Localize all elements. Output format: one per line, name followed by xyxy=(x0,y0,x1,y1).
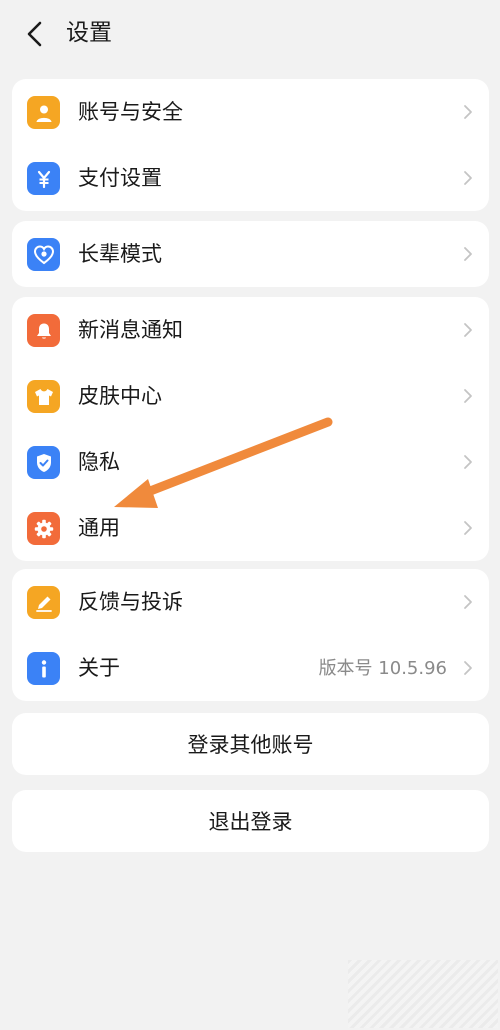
version-number: 版本号 10.5.96 xyxy=(318,658,447,679)
settings-item-label: 隐私 xyxy=(78,450,120,474)
logout-label: 退出登录 xyxy=(208,810,293,834)
gear-icon xyxy=(27,512,60,545)
settings-item-label: 关于 xyxy=(78,656,120,680)
heart-icon xyxy=(27,238,60,271)
settings-item-label: 支付设置 xyxy=(78,166,162,190)
chevron-right-icon xyxy=(464,661,472,675)
page-title: 设置 xyxy=(66,20,112,46)
settings-item-label: 皮肤中心 xyxy=(78,384,162,408)
settings-item-label: 长辈模式 xyxy=(78,242,162,266)
info-icon xyxy=(27,652,60,685)
switch-account-button[interactable]: 登录其他账号 xyxy=(12,713,489,775)
shirt-icon xyxy=(27,380,60,413)
settings-item-payment[interactable]: 支付设置 xyxy=(12,145,489,211)
settings-item-label: 通用 xyxy=(78,516,120,540)
settings-group-about: 反馈与投诉 关于 版本号 10.5.96 xyxy=(12,569,489,701)
settings-item-privacy[interactable]: 隐私 xyxy=(12,429,489,495)
settings-group-account: 账号与安全 支付设置 xyxy=(12,79,489,211)
settings-item-label: 反馈与投诉 xyxy=(78,590,183,614)
shield-icon xyxy=(27,446,60,479)
settings-item-general[interactable]: 通用 xyxy=(12,495,489,561)
settings-item-about[interactable]: 关于 版本号 10.5.96 xyxy=(12,635,489,701)
chevron-right-icon xyxy=(464,389,472,403)
chevron-right-icon xyxy=(464,247,472,261)
chevron-right-icon xyxy=(464,171,472,185)
back-button[interactable] xyxy=(14,14,54,54)
bell-icon xyxy=(27,314,60,347)
settings-item-account-security[interactable]: 账号与安全 xyxy=(12,79,489,145)
pencil-icon xyxy=(27,586,60,619)
chevron-right-icon xyxy=(464,455,472,469)
logout-button[interactable]: 退出登录 xyxy=(12,790,489,852)
user-icon xyxy=(27,96,60,129)
chevron-right-icon xyxy=(464,595,472,609)
switch-account-label: 登录其他账号 xyxy=(187,733,314,757)
settings-item-feedback[interactable]: 反馈与投诉 xyxy=(12,569,489,635)
chevron-right-icon xyxy=(464,105,472,119)
settings-item-notifications[interactable]: 新消息通知 xyxy=(12,297,489,363)
settings-group-general: 新消息通知 皮肤中心 隐私 通用 xyxy=(12,297,489,561)
watermark xyxy=(348,960,498,1028)
settings-item-skins[interactable]: 皮肤中心 xyxy=(12,363,489,429)
settings-item-label: 账号与安全 xyxy=(78,100,183,124)
chevron-right-icon xyxy=(464,323,472,337)
settings-item-label: 新消息通知 xyxy=(78,318,183,342)
yuan-icon xyxy=(27,162,60,195)
header: 设置 xyxy=(0,0,500,66)
settings-item-elder-mode[interactable]: 长辈模式 xyxy=(12,221,489,287)
settings-group-elder: 长辈模式 xyxy=(12,221,489,287)
chevron-right-icon xyxy=(464,521,472,535)
chevron-left-icon xyxy=(27,21,42,47)
